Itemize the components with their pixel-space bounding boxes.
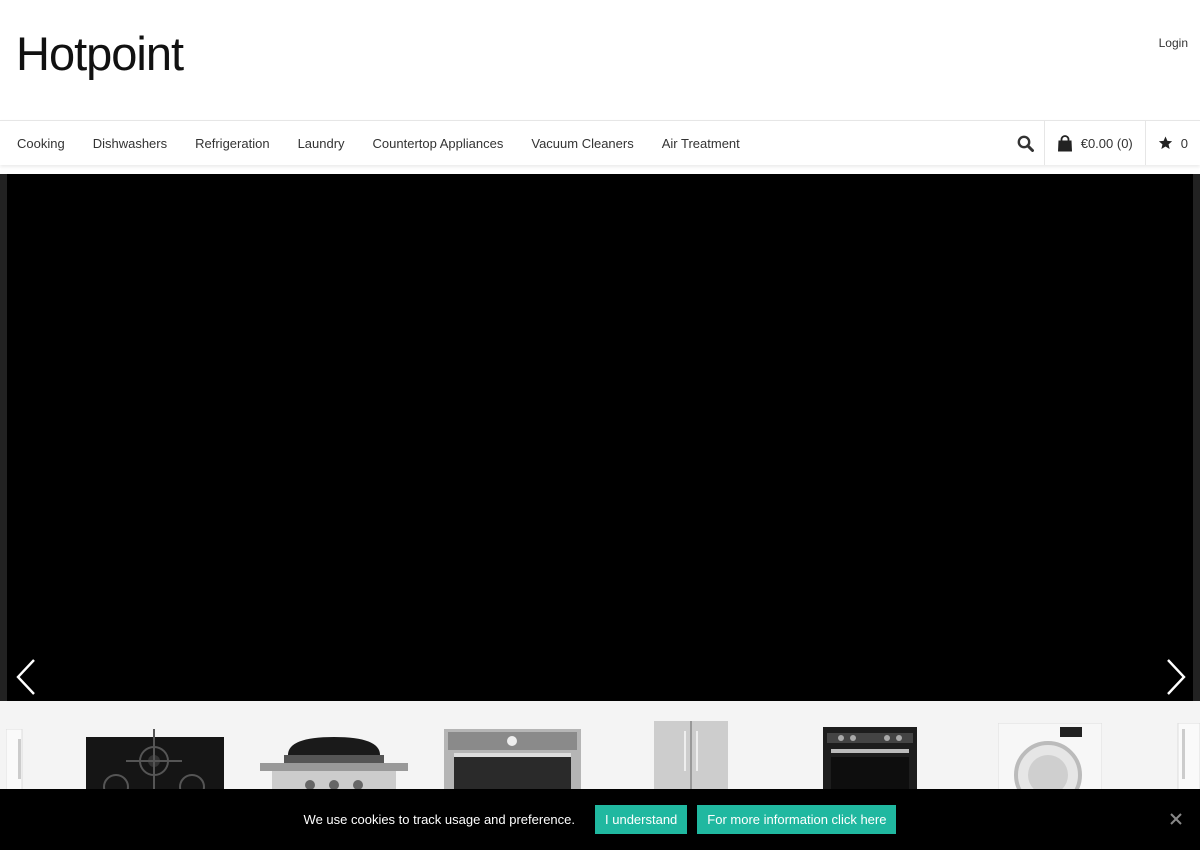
search-icon [1017,135,1034,152]
nav-item-laundry[interactable]: Laundry [284,136,359,151]
nav-item-countertop-appliances[interactable]: Countertop Appliances [359,136,518,151]
header-tools: €0.00 (0) 0 [1017,121,1200,165]
chevron-right-icon[interactable] [1164,658,1188,696]
category-menu: Cooking Dishwashers Refrigeration Laundr… [3,121,754,165]
washing-machine-icon[interactable] [998,723,1102,799]
cart-total: €0.00 (0) [1080,135,1133,151]
side-by-side-fridge-icon[interactable] [654,721,728,799]
accept-cookies-button[interactable]: I understand [595,805,688,834]
hotpoint-logo[interactable]: Hotpoint [16,30,184,77]
nav-item-refrigeration[interactable]: Refrigeration [181,136,283,151]
previous-slide-edge [0,174,7,701]
nav-item-air-treatment[interactable]: Air Treatment [648,136,754,151]
cookie-message: We use cookies to track usage and prefer… [303,812,576,827]
main-navigation: Cooking Dishwashers Refrigeration Laundr… [0,120,1200,165]
wishlist-count: 0 [1180,135,1188,151]
hero-slide[interactable] [7,174,1193,701]
site-header: Hotpoint Login [0,0,1200,120]
cart-button[interactable]: €0.00 (0) [1043,121,1145,165]
cookie-info-button[interactable]: For more information click here [697,805,897,834]
hero-slider [0,174,1200,701]
fridge-partial-icon[interactable] [1176,723,1200,799]
shopping-bag-icon [1057,134,1072,151]
search-button[interactable] [1017,121,1044,165]
wishlist-button[interactable]: 0 [1144,121,1200,165]
star-icon [1158,136,1172,150]
nav-item-vacuum-cleaners[interactable]: Vacuum Cleaners [517,136,647,151]
cookie-consent-bar: We use cookies to track usage and prefer… [0,789,1200,850]
next-slide-edge [1193,174,1200,701]
nav-item-dishwashers[interactable]: Dishwashers [79,136,181,151]
nav-item-cooking[interactable]: Cooking [3,136,79,151]
login-link[interactable]: Login [1159,36,1188,50]
chevron-left-icon[interactable] [14,658,38,696]
close-icon[interactable] [1168,811,1184,827]
